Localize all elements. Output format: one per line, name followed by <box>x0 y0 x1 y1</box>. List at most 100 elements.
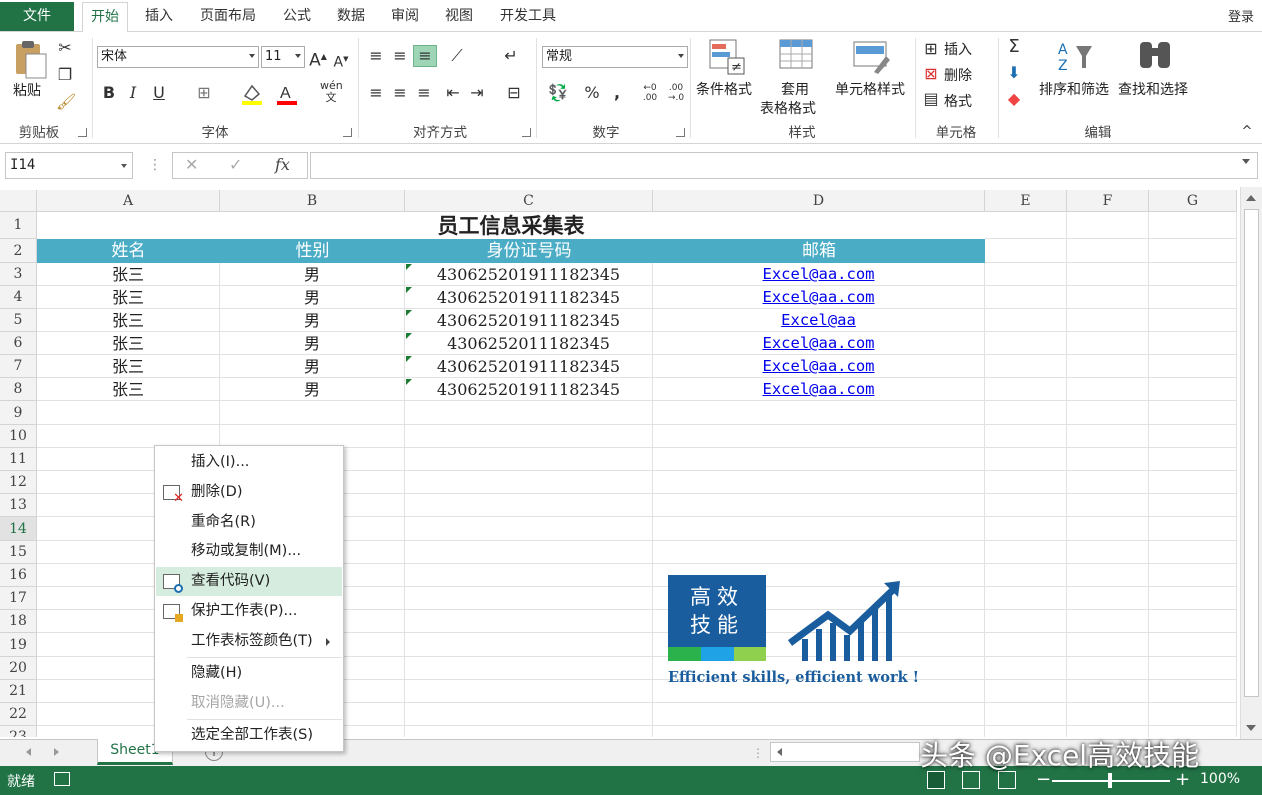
paste-button[interactable]: 粘贴 <box>13 80 41 100</box>
column-header[interactable]: A <box>37 190 220 212</box>
font-size-combo[interactable]: 11 <box>261 46 305 68</box>
header-name[interactable]: 姓名 <box>37 239 220 263</box>
row-header[interactable]: 19 <box>0 633 37 657</box>
format-as-table-button[interactable]: 表格格式 <box>760 98 816 118</box>
row-header[interactable]: 13 <box>0 494 37 517</box>
header-id[interactable]: 身份证号码 <box>405 239 653 263</box>
horizontal-scrollbar[interactable] <box>770 742 920 762</box>
row-header[interactable]: 5 <box>0 309 37 332</box>
tab-page-layout[interactable]: 页面布局 <box>190 2 266 31</box>
row-header[interactable]: 10 <box>0 425 37 448</box>
tab-insert[interactable]: 插入 <box>136 2 182 31</box>
accounting-format-icon[interactable]: 💱 <box>544 83 572 103</box>
login-link[interactable]: 登录 <box>1228 6 1254 25</box>
phonetic-icon[interactable]: wén 文 <box>320 80 343 104</box>
tab-view[interactable]: 视图 <box>436 2 482 31</box>
error-indicator-icon[interactable] <box>406 287 412 293</box>
number-launcher-icon[interactable] <box>676 128 685 137</box>
find-select-icon[interactable] <box>1136 38 1176 76</box>
tab-data[interactable]: 数据 <box>328 2 374 31</box>
menu-item-select-all-sheets[interactable]: 选定全部工作表(S) <box>156 721 342 750</box>
conditional-format-button[interactable]: 条件格式 <box>696 79 752 99</box>
menu-item-view-code[interactable]: 查看代码(V) <box>156 567 342 596</box>
clipboard-launcher-icon[interactable] <box>78 128 87 137</box>
scroll-up-icon[interactable] <box>1246 195 1256 201</box>
name-box[interactable]: I14 <box>5 152 133 179</box>
zoom-slider-thumb[interactable] <box>1108 773 1112 788</box>
collapse-ribbon-icon[interactable]: ^ <box>1238 122 1256 142</box>
conditional-format-icon[interactable]: ≠ <box>708 38 746 76</box>
bold-icon[interactable]: B <box>100 83 118 103</box>
comma-style-icon[interactable]: , <box>608 83 626 103</box>
tab-home[interactable]: 开始 <box>82 2 128 33</box>
menu-item-tab-color[interactable]: 工作表标签颜色(T) <box>156 627 342 656</box>
cell-name[interactable]: 张三 <box>37 263 219 286</box>
cell-email[interactable]: Excel@aa.com <box>653 286 984 309</box>
cell-name[interactable]: 张三 <box>37 309 219 332</box>
row-header[interactable]: 16 <box>0 564 37 587</box>
macro-record-icon[interactable] <box>54 772 70 786</box>
cancel-icon[interactable]: ✕ <box>185 155 198 174</box>
format-cells-icon[interactable]: ▤ <box>921 89 941 109</box>
sort-filter-button[interactable]: 排序和筛选 <box>1039 79 1109 99</box>
row-header[interactable]: 9 <box>0 401 37 425</box>
row-header[interactable]: 8 <box>0 378 37 401</box>
menu-item-unhide[interactable]: 取消隐藏(U)... <box>156 689 342 718</box>
row-header[interactable]: 14 <box>0 517 37 541</box>
error-indicator-icon[interactable] <box>406 333 412 339</box>
sheet-title[interactable]: 员工信息采集表 <box>37 212 985 239</box>
row-header[interactable]: 20 <box>0 657 37 680</box>
decrease-indent-icon[interactable]: ⇤ <box>442 83 464 103</box>
decrease-decimal-icon[interactable]: .00 →.0 <box>664 83 688 103</box>
row-header[interactable]: 2 <box>0 239 37 263</box>
increase-decimal-icon[interactable]: ←0.00 <box>638 83 662 103</box>
percent-icon[interactable]: % <box>582 83 602 103</box>
insert-function-icon[interactable]: fx <box>275 155 290 174</box>
row-header[interactable]: 21 <box>0 680 37 703</box>
cell-email[interactable]: Excel@aa.com <box>653 263 984 286</box>
cut-icon[interactable]: ✂ <box>56 38 74 58</box>
cell-gender[interactable]: 男 <box>220 286 404 309</box>
decrease-font-icon[interactable]: A▼ <box>331 49 351 73</box>
italic-icon[interactable]: I <box>124 83 142 103</box>
align-right-icon[interactable]: ≡ <box>413 83 435 103</box>
insert-cells-button[interactable]: 插入 <box>944 39 972 59</box>
cell-email[interactable]: Excel@aa.com <box>653 332 984 355</box>
format-as-table-icon[interactable] <box>778 38 816 76</box>
tab-splitter-icon[interactable]: ⋮ <box>752 746 764 760</box>
menu-item-hide[interactable]: 隐藏(H) <box>156 659 342 688</box>
sort-filter-icon[interactable]: A Z <box>1056 38 1096 76</box>
row-header[interactable]: 3 <box>0 263 37 286</box>
align-top-icon[interactable]: ≡ <box>365 46 387 66</box>
row-header[interactable]: 17 <box>0 587 37 610</box>
column-header[interactable]: G <box>1149 190 1237 212</box>
tab-formulas[interactable]: 公式 <box>274 2 320 31</box>
cell-id[interactable]: 430625201911182345 <box>405 286 652 309</box>
cell-gender[interactable]: 男 <box>220 309 404 332</box>
error-indicator-icon[interactable] <box>406 310 412 316</box>
menu-item-rename[interactable]: 重命名(R) <box>156 508 342 537</box>
tab-file[interactable]: 文件 <box>0 2 74 31</box>
align-center-icon[interactable]: ≡ <box>389 83 411 103</box>
orientation-icon[interactable]: ⟋ <box>442 46 472 66</box>
column-header[interactable]: B <box>220 190 405 212</box>
header-gender[interactable]: 性别 <box>220 239 405 263</box>
cell-styles-icon[interactable] <box>852 38 892 76</box>
tab-scroll-left-icon[interactable] <box>26 748 31 756</box>
underline-icon[interactable]: U <box>150 83 168 103</box>
column-header[interactable]: C <box>405 190 653 212</box>
scroll-down-icon[interactable] <box>1246 725 1256 731</box>
border-icon[interactable]: ⊞ <box>193 83 215 103</box>
select-all-corner[interactable] <box>0 190 37 212</box>
number-format-combo[interactable]: 常规 <box>542 46 688 68</box>
copy-icon[interactable]: ❐ <box>56 65 74 85</box>
enter-icon[interactable]: ✓ <box>229 155 242 174</box>
cell-id[interactable]: 4306252011182345 <box>405 332 652 355</box>
fill-icon[interactable]: ⬇ <box>1003 63 1025 83</box>
alignment-launcher-icon[interactable] <box>522 128 531 137</box>
font-color-icon[interactable]: A <box>275 82 299 106</box>
cell-name[interactable]: 张三 <box>37 332 219 355</box>
zoom-level[interactable]: 100% <box>1200 771 1240 787</box>
format-painter-icon[interactable]: 🖌 <box>56 92 76 112</box>
tab-scroll-right-icon[interactable] <box>54 748 59 756</box>
